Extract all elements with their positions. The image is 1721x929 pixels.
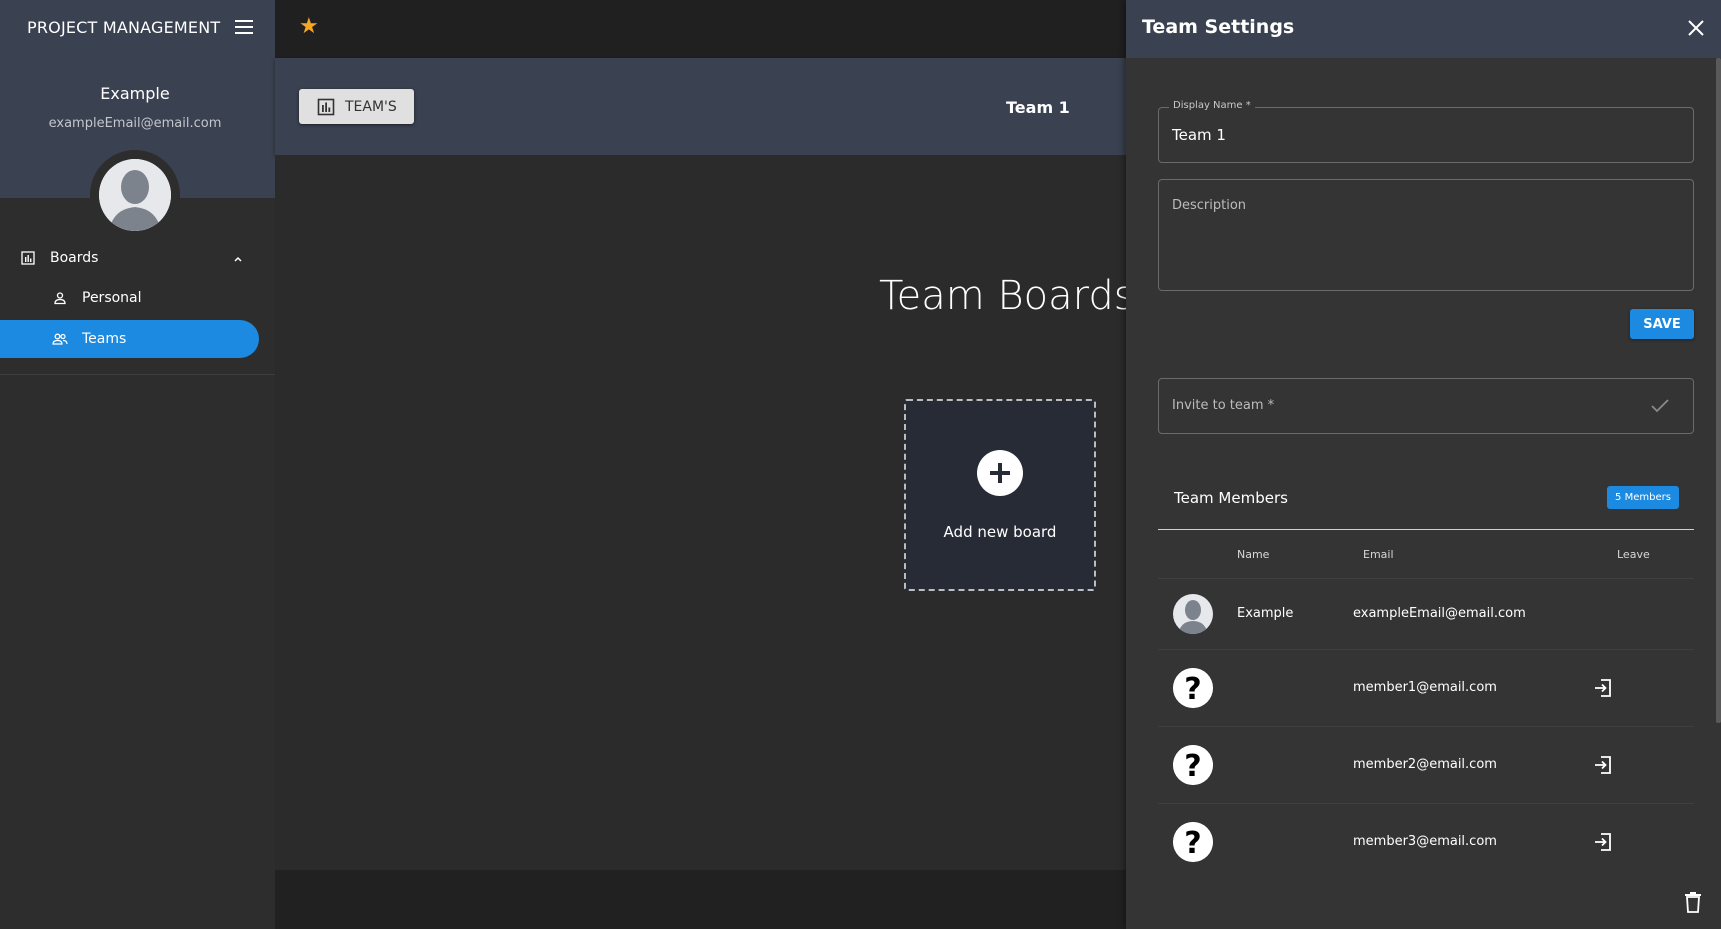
table-row: Example exampleEmail@email.com: [1158, 578, 1694, 649]
board-header: TEAM'S Team 1: [275, 58, 1126, 155]
panel-header: Team Settings: [1126, 0, 1721, 58]
team-settings-panel: Team Settings Display Name * Team 1 Desc…: [1126, 0, 1721, 929]
display-name-field[interactable]: Display Name * Team 1: [1158, 100, 1694, 163]
sidebar: PROJECT MANAGEMENT Example exampleEmail@…: [0, 0, 275, 929]
divider: [1158, 529, 1694, 530]
scrollbar[interactable]: [1716, 58, 1721, 723]
board-icon: [20, 250, 36, 266]
leave-icon[interactable]: [1592, 677, 1614, 699]
user-silhouette-icon: [99, 159, 171, 231]
user-email: exampleEmail@email.com: [48, 116, 222, 131]
close-icon[interactable]: [1685, 17, 1707, 39]
table-row: ? member2@email.com: [1158, 726, 1694, 803]
group-icon: [52, 331, 68, 347]
avatar: [1173, 594, 1213, 634]
check-icon[interactable]: [1650, 396, 1670, 416]
member-email: member2@email.com: [1353, 757, 1497, 772]
teams-button[interactable]: TEAM'S: [299, 89, 414, 124]
sidebar-item-personal[interactable]: Personal: [0, 280, 275, 316]
main-content: Team Boards Add new board: [275, 155, 1135, 870]
description-placeholder: Description: [1172, 198, 1247, 213]
leave-icon[interactable]: [1592, 831, 1614, 853]
members-title: Team Members: [1174, 489, 1288, 507]
description-field[interactable]: Description: [1158, 179, 1694, 291]
panel-title: Team Settings: [1142, 16, 1295, 38]
member-email: member1@email.com: [1353, 680, 1497, 695]
member-email: exampleEmail@email.com: [1353, 606, 1526, 621]
invite-field[interactable]: Invite to team *: [1158, 378, 1694, 434]
user-name: Example: [100, 84, 170, 103]
unknown-user-icon: ?: [1173, 822, 1213, 862]
svg-text:?: ?: [1184, 749, 1201, 784]
chevron-up-icon[interactable]: [233, 252, 243, 268]
sidebar-item-label: Personal: [82, 290, 142, 306]
plus-icon: [977, 450, 1023, 496]
person-icon: [52, 290, 68, 306]
table-row: ? member1@email.com: [1158, 649, 1694, 726]
top-bar: ★: [275, 0, 1126, 58]
save-button[interactable]: SAVE: [1630, 309, 1694, 339]
invite-placeholder: Invite to team *: [1172, 398, 1275, 413]
app-title: PROJECT MANAGEMENT: [27, 18, 221, 37]
column-header-name: Name: [1237, 548, 1270, 561]
table-row: ? member3@email.com: [1158, 803, 1694, 880]
unknown-user-icon: ?: [1173, 745, 1213, 785]
unknown-user-icon: ?: [1173, 668, 1213, 708]
members-count-badge: 5 Members: [1607, 486, 1679, 509]
column-header-leave: Leave: [1617, 548, 1650, 561]
sidebar-nav: Boards Personal Teams: [0, 240, 275, 358]
team-name: Team 1: [1006, 98, 1070, 117]
add-board-label: Add new board: [943, 523, 1057, 541]
leave-icon[interactable]: [1592, 754, 1614, 776]
display-name-value: Team 1: [1172, 126, 1226, 144]
svg-text:?: ?: [1184, 826, 1201, 861]
sidebar-item-label: Boards: [50, 250, 99, 266]
trash-icon[interactable]: [1683, 891, 1703, 913]
user-silhouette-icon: [1173, 594, 1213, 634]
svg-text:?: ?: [1184, 672, 1201, 707]
teams-button-label: TEAM'S: [345, 98, 397, 115]
footer: [275, 870, 1126, 929]
avatar[interactable]: [90, 150, 180, 240]
sidebar-item-label: Teams: [82, 331, 127, 347]
sidebar-item-boards[interactable]: Boards: [0, 240, 275, 276]
column-header-email: Email: [1363, 548, 1394, 561]
member-name: Example: [1237, 606, 1294, 621]
star-icon[interactable]: ★: [299, 14, 319, 39]
add-board-card[interactable]: Add new board: [904, 399, 1096, 591]
display-name-label: Display Name *: [1169, 100, 1255, 111]
divider: [0, 374, 275, 375]
sidebar-item-teams[interactable]: Teams: [0, 320, 259, 358]
member-email: member3@email.com: [1353, 834, 1497, 849]
page-title: Team Boards: [879, 273, 1135, 319]
board-icon: [317, 98, 335, 116]
hamburger-menu-icon[interactable]: [233, 16, 255, 38]
